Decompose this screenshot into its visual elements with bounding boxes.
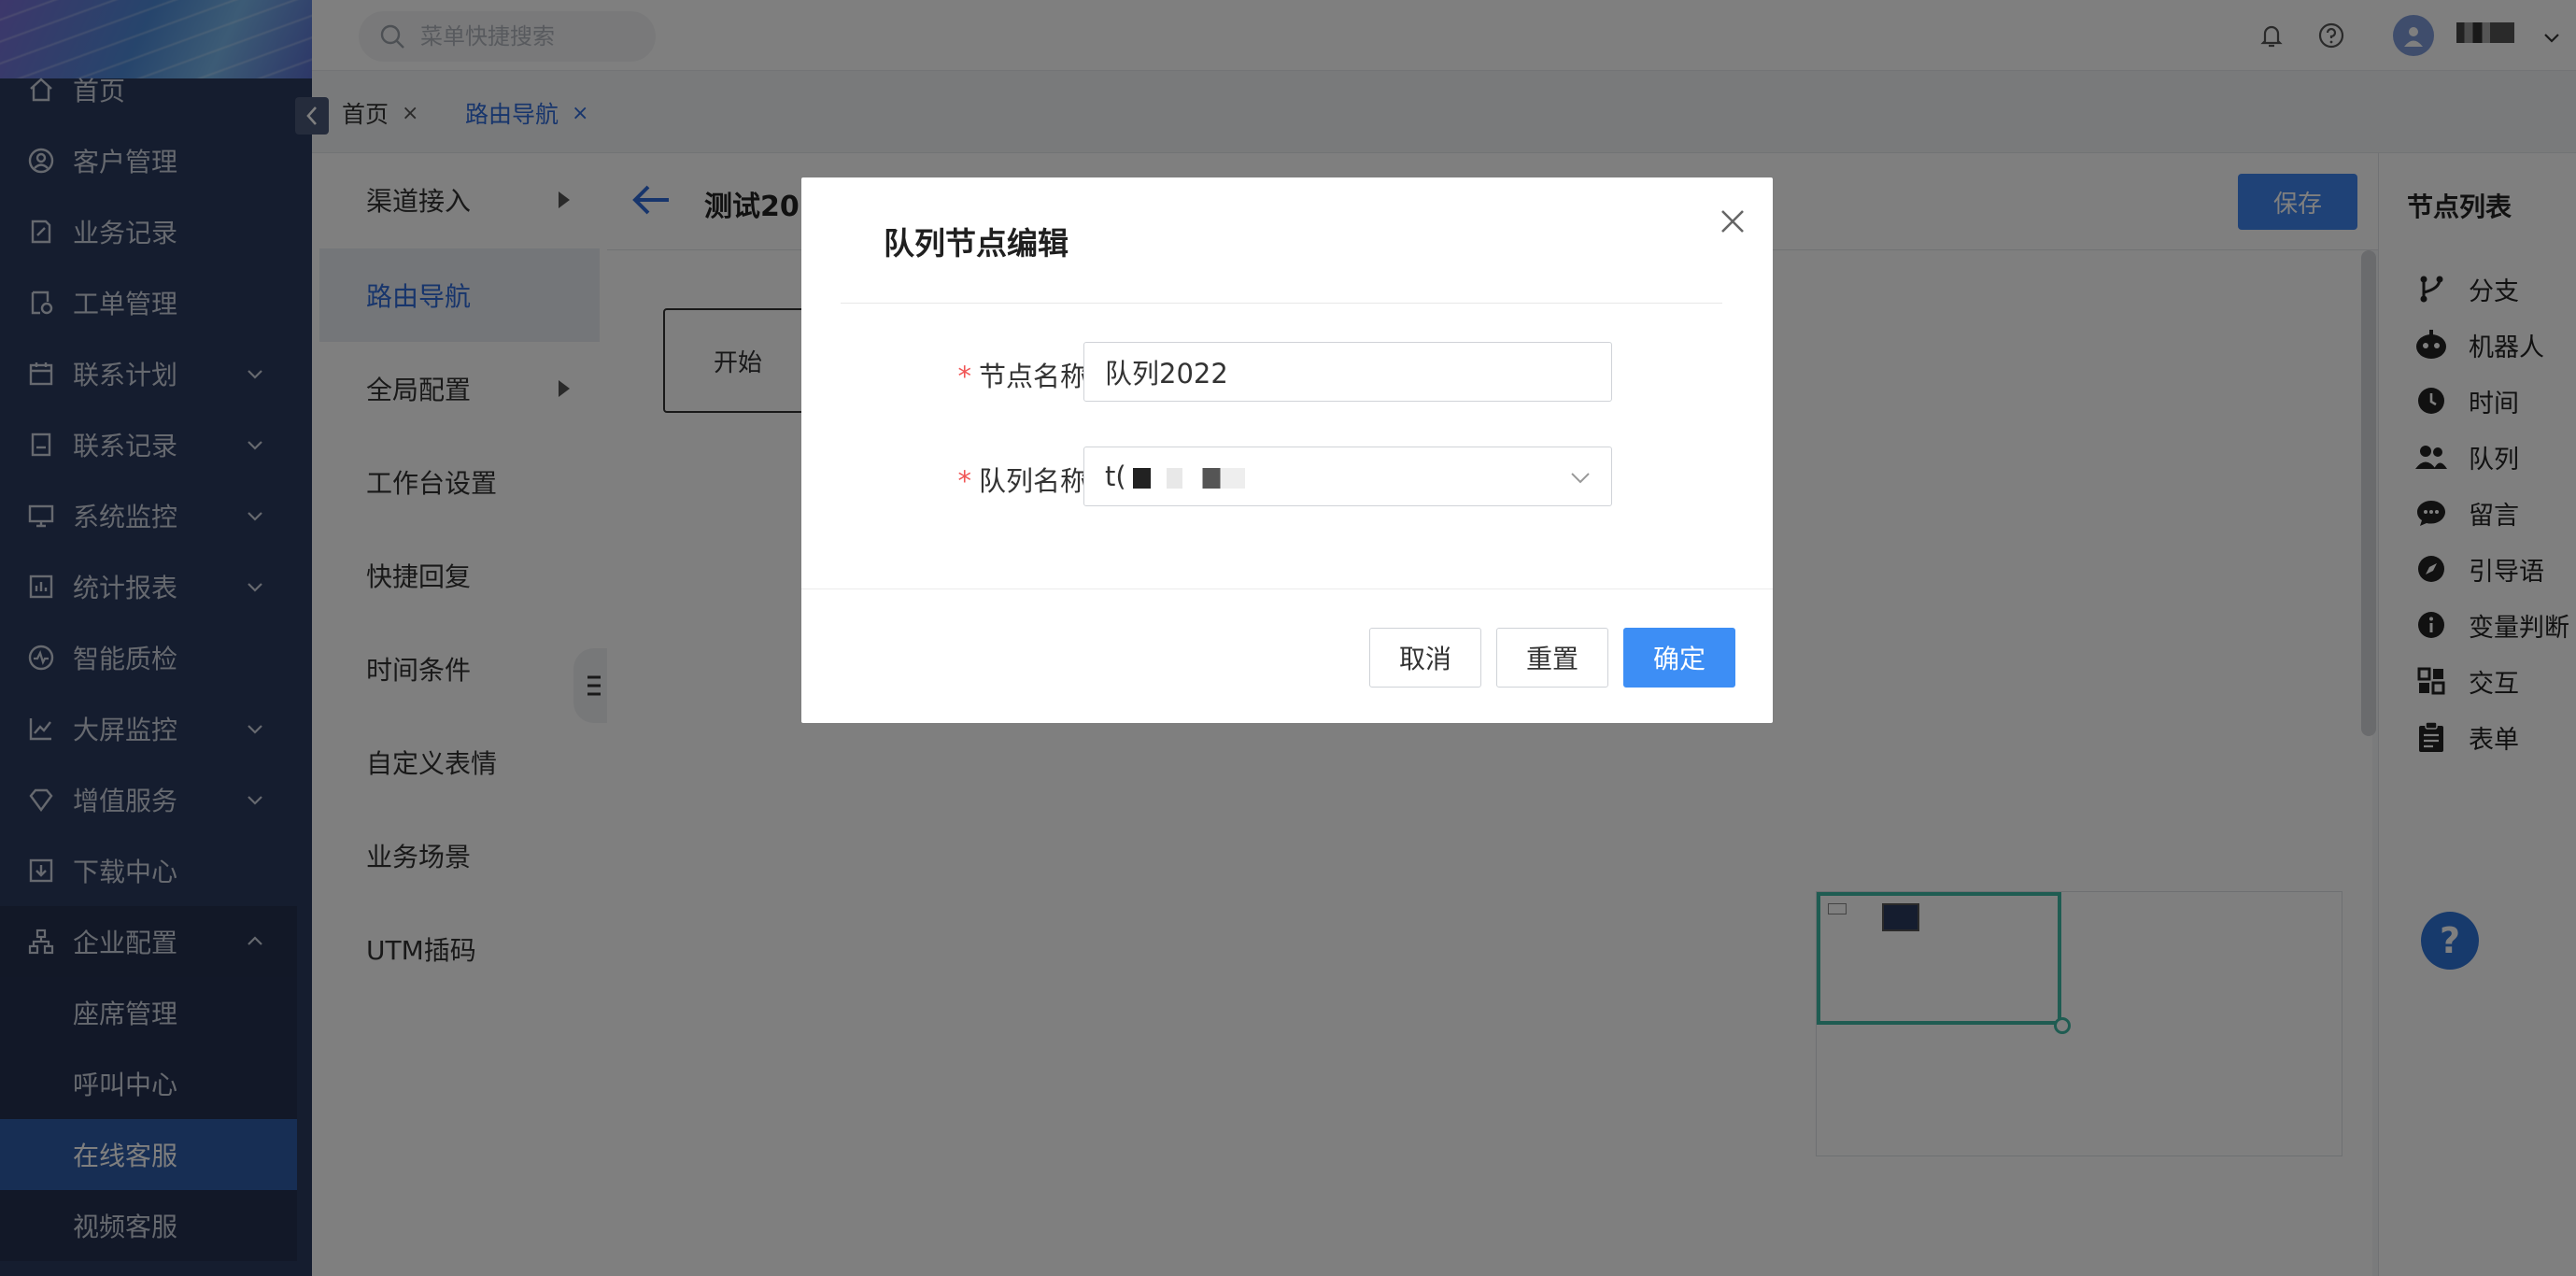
- node-name-label-text: 节点名称: [978, 361, 1087, 392]
- queue-name-label: * 队列名称: [957, 460, 1087, 499]
- dialog-title: 队列节点编辑: [884, 225, 1069, 262]
- redacted-text: [1133, 468, 1245, 489]
- node-name-label: * 节点名称: [957, 355, 1087, 394]
- node-name-input[interactable]: [1083, 342, 1612, 402]
- required-mark: *: [957, 465, 971, 497]
- queue-name-row: * 队列名称 t(: [801, 447, 1773, 506]
- confirm-button[interactable]: 确定: [1623, 628, 1735, 688]
- chevron-down-icon: [1571, 473, 1590, 484]
- required-mark: *: [957, 361, 971, 392]
- queue-name-label-text: 队列名称: [978, 465, 1087, 497]
- close-icon[interactable]: [1717, 206, 1748, 237]
- divider: [801, 588, 1773, 589]
- cancel-button[interactable]: 取消: [1369, 628, 1481, 688]
- queue-name-select[interactable]: t(: [1083, 447, 1612, 506]
- queue-node-edit-dialog: 队列节点编辑 *节点名称 *队列名称 t( 取消 重置 确定: [801, 177, 1773, 723]
- selected-queue-value: t(: [1105, 461, 1126, 492]
- reset-button[interactable]: 重置: [1496, 628, 1608, 688]
- divider: [841, 303, 1722, 304]
- node-name-row: * 节点名称: [801, 342, 1773, 402]
